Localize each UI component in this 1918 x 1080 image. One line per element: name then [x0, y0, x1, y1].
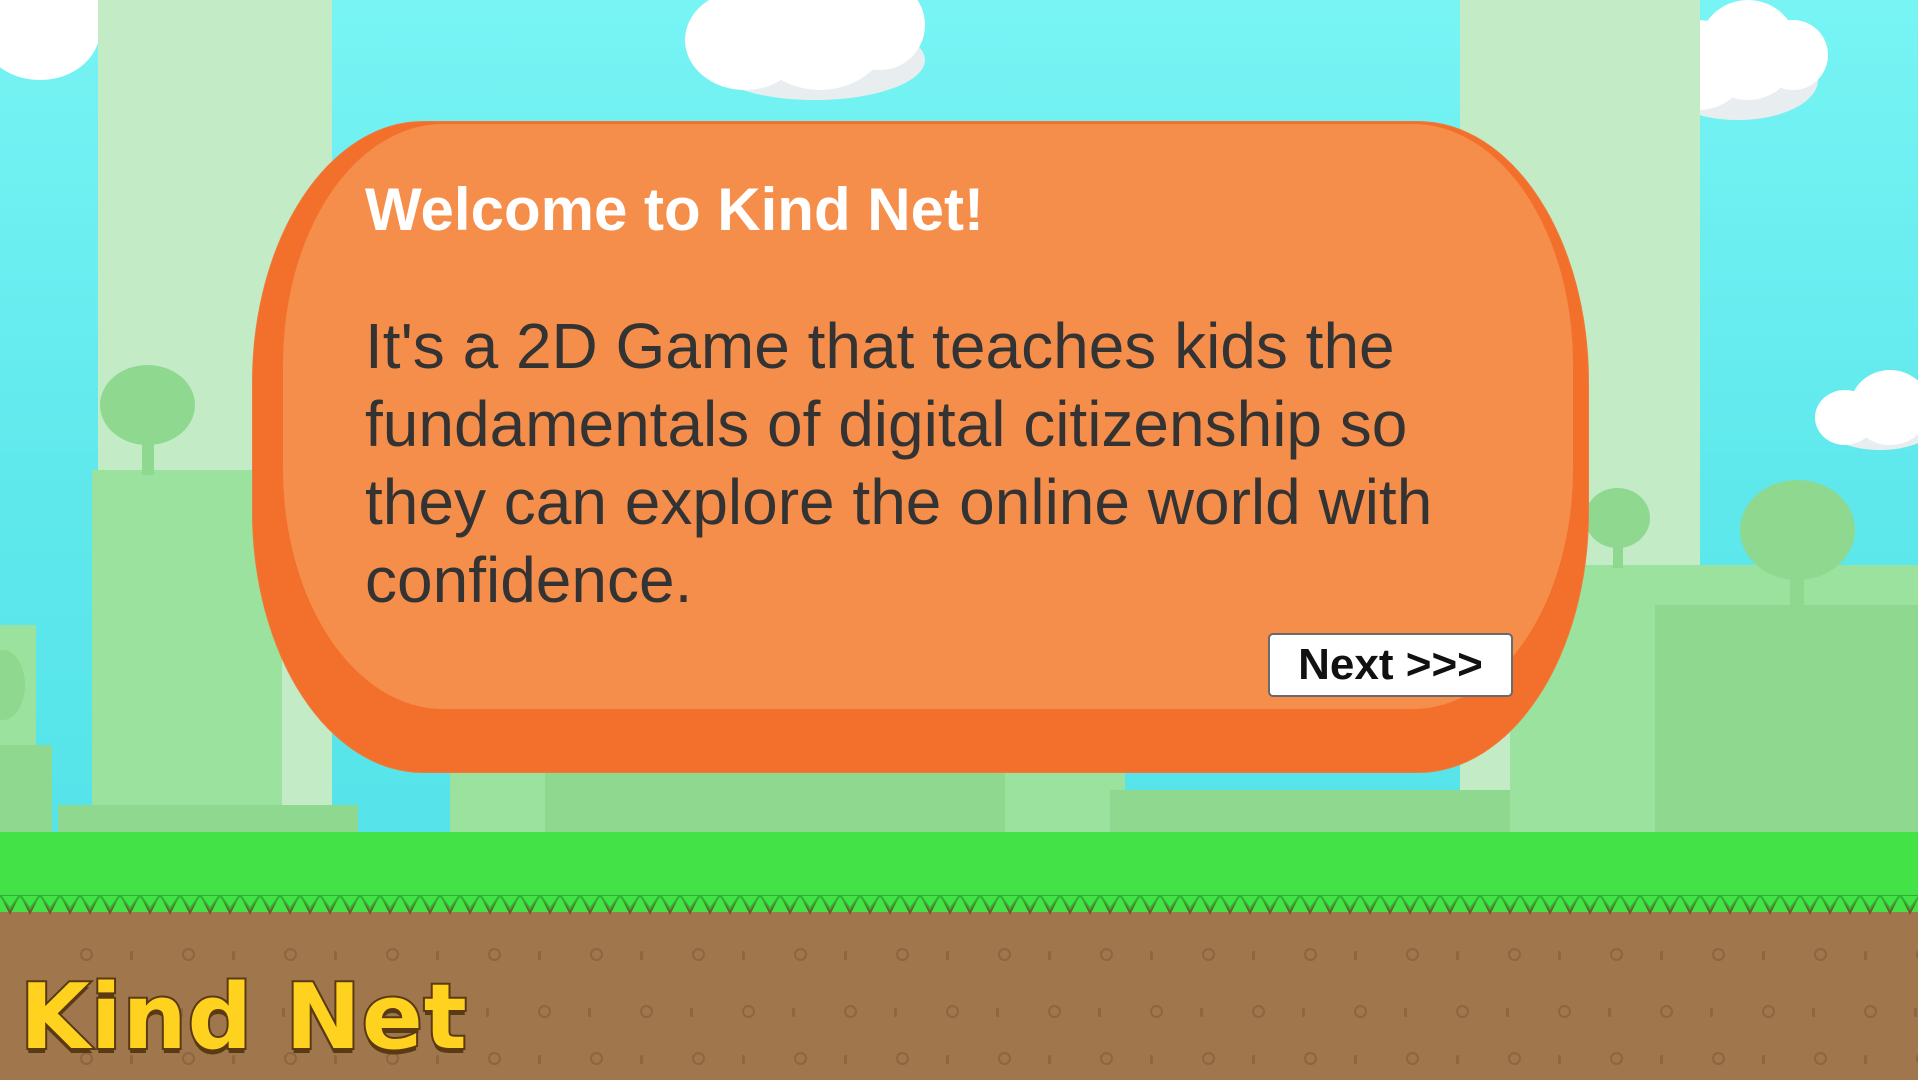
dialog-title: Welcome to Kind Net! [365, 176, 984, 243]
background-block [545, 770, 1005, 840]
tree [100, 365, 195, 475]
background-block [0, 745, 52, 840]
game-logo: Kind Net [18, 965, 469, 1070]
dialog-body-text: It's a 2D Game that teaches kids the fun… [365, 310, 1433, 616]
tree [0, 650, 30, 730]
next-button[interactable]: Next >>> [1268, 633, 1513, 697]
grass-zigzag-edge [0, 895, 1918, 915]
cloud [685, 0, 945, 130]
tree [1740, 480, 1855, 610]
cloud [1815, 370, 1918, 460]
cloud [0, 0, 110, 110]
background-block [1655, 605, 1918, 840]
background-block [1005, 770, 1125, 840]
tree [1585, 488, 1650, 568]
